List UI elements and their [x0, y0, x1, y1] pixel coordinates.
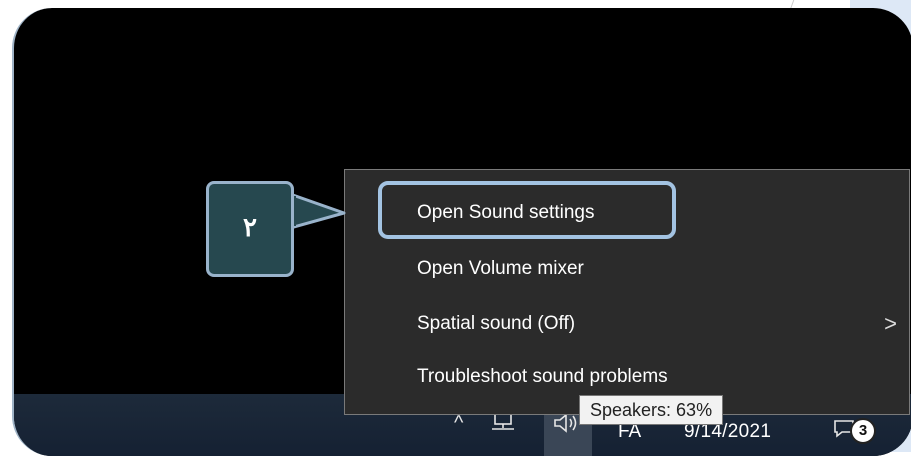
callout-pointer: [290, 192, 346, 230]
menu-item-troubleshoot-sound[interactable]: Troubleshoot sound problems: [345, 354, 909, 400]
menu-item-label: Open Volume mixer: [417, 258, 584, 279]
chevron-up-icon[interactable]: ^: [454, 412, 463, 435]
menu-item-label: Troubleshoot sound problems: [417, 366, 668, 387]
volume-tooltip: Speakers: 63%: [579, 395, 724, 425]
highlight-box: [378, 181, 676, 239]
chevron-right-icon: >: [884, 311, 897, 336]
menu-item-open-volume-mixer[interactable]: Open Volume mixer: [345, 246, 909, 292]
menu-item-spatial-sound[interactable]: Spatial sound (Off) >: [345, 301, 909, 347]
notification-count-badge: 3: [850, 418, 876, 444]
step-callout: ۲: [206, 181, 294, 277]
notification-icon[interactable]: 3: [834, 414, 878, 444]
menu-item-label: Spatial sound (Off): [417, 313, 576, 334]
